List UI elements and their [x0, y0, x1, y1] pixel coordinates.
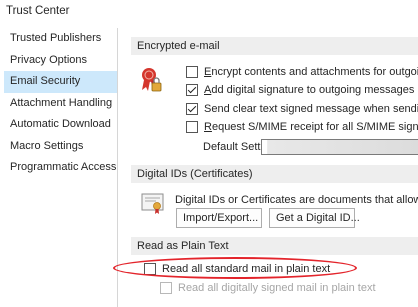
encrypt-contents-label: ncrypt contents and attachments for outg… — [211, 66, 418, 78]
digital-ids-description: Digital IDs or Certificates are document… — [175, 194, 418, 206]
sidebar-item-macro-settings[interactable]: Macro Settings — [4, 136, 117, 158]
read-all-signed-label: Read all digitally signed mail in plain … — [178, 282, 376, 294]
read-all-signed-option[interactable]: Read all digitally signed mail in plain … — [160, 282, 376, 294]
encrypt-contents-option[interactable]: Encrypt contents and attachments for out… — [186, 66, 418, 78]
send-clear-text-label: Send clear text signed message when send… — [204, 103, 418, 115]
sidebar-item-attachment-handling[interactable]: Attachment Handling — [4, 93, 117, 115]
default-setting-field[interactable] — [261, 139, 418, 155]
encrypted-email-header: Encrypted e-mail — [131, 37, 418, 55]
import-export-button[interactable]: Import/Export... — [176, 208, 262, 228]
digital-ids-header: Digital IDs (Certificates) — [131, 165, 418, 183]
sidebar: Trusted Publishers Privacy Options Email… — [4, 28, 118, 307]
encrypt-contents-checkbox[interactable] — [186, 66, 198, 78]
sidebar-item-automatic-download[interactable]: Automatic Download — [4, 114, 117, 136]
certificate-document-icon — [140, 191, 166, 218]
send-clear-text-option[interactable]: Send clear text signed message when send… — [186, 103, 418, 115]
send-clear-text-checkbox[interactable] — [186, 103, 198, 115]
add-digital-signature-option[interactable]: Add digital signature to outgoing messag… — [186, 84, 414, 96]
add-digital-signature-label: dd digital signature to outgoing message… — [211, 84, 415, 96]
window-title: Trust Center — [6, 5, 70, 17]
highlight-ellipse — [113, 257, 357, 279]
sidebar-item-privacy-options[interactable]: Privacy Options — [4, 50, 117, 72]
sidebar-item-email-security[interactable]: Email Security — [4, 71, 117, 93]
certificate-ribbon-lock-icon — [138, 66, 164, 97]
read-all-signed-checkbox[interactable] — [160, 282, 172, 294]
read-as-plain-text-header: Read as Plain Text — [131, 237, 418, 255]
sidebar-item-trusted-publishers[interactable]: Trusted Publishers — [4, 28, 117, 50]
get-digital-id-button[interactable]: Get a Digital ID... — [269, 208, 360, 228]
request-smime-receipt-label: equest S/MIME receipt for all S/MIME sig… — [211, 121, 418, 133]
add-digital-signature-checkbox[interactable] — [186, 84, 198, 96]
request-smime-receipt-option[interactable]: Request S/MIME receipt for all S/MIME si… — [186, 121, 418, 133]
request-smime-receipt-checkbox[interactable] — [186, 121, 198, 133]
sidebar-item-programmatic-access[interactable]: Programmatic Access — [4, 157, 117, 179]
